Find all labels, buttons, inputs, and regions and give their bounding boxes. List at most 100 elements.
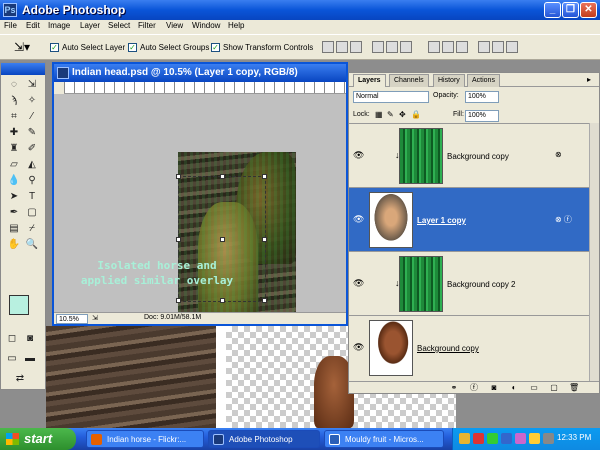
status-menu-icon[interactable]: ⇲ <box>92 314 98 322</box>
move-tool-icon[interactable]: ⇲▾ <box>14 40 30 54</box>
lock-all-icon[interactable]: 🔒 <box>411 110 421 119</box>
zoom-tool-icon[interactable]: 🔍 <box>25 239 39 251</box>
transform-handle[interactable] <box>262 174 267 179</box>
tray-app-icon[interactable] <box>501 433 512 444</box>
align-bottom-icon[interactable] <box>350 41 362 53</box>
layers-scrollbar[interactable] <box>589 123 599 381</box>
visibility-eye-icon[interactable]: 👁 <box>353 342 364 352</box>
menu-window[interactable]: Window <box>192 21 220 30</box>
align-center-icon[interactable] <box>386 41 398 53</box>
transform-handle[interactable] <box>176 237 181 242</box>
screen-mode-standard-icon[interactable]: ▭ <box>5 353 19 365</box>
menu-view[interactable]: View <box>166 21 183 30</box>
crop-tool-icon[interactable]: ⌗ <box>7 111 21 123</box>
opacity-input[interactable]: 100% <box>465 91 499 103</box>
menu-edit[interactable]: Edit <box>26 21 40 30</box>
delete-layer-icon[interactable]: 🗑 <box>569 383 579 393</box>
quick-mask-mode-icon[interactable]: ◙ <box>23 333 37 345</box>
zoom-field[interactable]: 10.5% <box>56 314 88 324</box>
tray-app-icon[interactable] <box>515 433 526 444</box>
tray-app-icon[interactable] <box>487 433 498 444</box>
document-window[interactable]: Indian head.psd @ 10.5% (Layer 1 copy, R… <box>52 62 348 326</box>
tab-actions[interactable]: Actions <box>467 74 500 87</box>
start-button[interactable]: start <box>0 428 76 450</box>
new-group-icon[interactable]: ▭ <box>529 383 539 393</box>
menu-layer[interactable]: Layer <box>80 21 100 30</box>
volume-icon[interactable] <box>529 433 540 444</box>
transform-handle[interactable] <box>262 298 267 303</box>
layer-row-selected[interactable]: 👁 Layer 1 copy ⊗ ⓕ <box>349 188 589 252</box>
magic-wand-tool-icon[interactable]: ✧ <box>25 95 39 107</box>
link-layers-icon[interactable]: ⚭ <box>449 383 459 393</box>
taskbar-item-word[interactable]: Mouldy fruit - Micros... <box>324 430 444 448</box>
document-titlebar[interactable]: Indian head.psd @ 10.5% (Layer 1 copy, R… <box>54 64 346 82</box>
taskbar-item-photoshop[interactable]: Adobe Photoshop <box>208 430 320 448</box>
new-layer-icon[interactable]: ▢ <box>549 383 559 393</box>
distribute-right-icon[interactable] <box>506 41 518 53</box>
network-icon[interactable] <box>543 433 554 444</box>
auto-select-layer-checkbox[interactable]: ✓ <box>50 43 59 52</box>
show-transform-controls-checkbox[interactable]: ✓ <box>211 43 220 52</box>
auto-select-groups-checkbox[interactable]: ✓ <box>128 43 137 52</box>
layer-row[interactable]: 👁 ↓ Background copy ⊗ <box>349 124 589 188</box>
brush-tool-icon[interactable]: ✎ <box>25 127 39 139</box>
layer-style-icon[interactable]: ⓕ <box>469 383 479 393</box>
slice-tool-icon[interactable]: ⁄ <box>25 111 39 123</box>
distribute-left-icon[interactable] <box>478 41 490 53</box>
align-middle-icon[interactable] <box>336 41 348 53</box>
distribute-top-icon[interactable] <box>428 41 440 53</box>
eyedropper-tool-icon[interactable]: ⌿ <box>25 223 39 235</box>
fill-input[interactable]: 100% <box>465 110 499 122</box>
blur-tool-icon[interactable]: 💧 <box>7 175 21 187</box>
lasso-tool-icon[interactable]: ϡ <box>7 95 21 107</box>
toolbox-titlebar[interactable] <box>1 63 45 75</box>
layer-row[interactable]: 👁 ↓ Background copy 2 <box>349 252 589 316</box>
lock-transparency-icon[interactable]: ▦ <box>375 110 383 119</box>
transform-handle[interactable] <box>262 237 267 242</box>
foreground-color-swatch[interactable] <box>9 295 29 315</box>
transform-handle[interactable] <box>220 298 225 303</box>
tab-layers[interactable]: Layers <box>353 74 386 87</box>
healing-brush-tool-icon[interactable]: ✚ <box>7 127 21 139</box>
menu-help[interactable]: Help <box>228 21 244 30</box>
lock-position-icon[interactable]: ✥ <box>399 110 406 119</box>
layer-row[interactable]: 👁 Background copy <box>349 316 589 382</box>
lock-image-icon[interactable]: ✎ <box>387 110 394 119</box>
tab-channels[interactable]: Channels <box>389 74 429 87</box>
panel-menu-icon[interactable]: ▸ <box>587 75 591 84</box>
pen-tool-icon[interactable]: ✒ <box>7 207 21 219</box>
adjustment-layer-icon[interactable]: ◐ <box>509 383 519 393</box>
horizontal-ruler[interactable] <box>64 82 346 94</box>
jump-to-imageready-icon[interactable]: ⇄ <box>13 373 27 385</box>
paint-bucket-tool-icon[interactable]: ◭ <box>25 159 39 171</box>
notes-tool-icon[interactable]: ▤ <box>7 223 21 235</box>
type-tool-icon[interactable]: T <box>25 191 39 203</box>
distribute-bottom-icon[interactable] <box>456 41 468 53</box>
taskbar-item-firefox[interactable]: Indian horse - Flickr:... <box>86 430 204 448</box>
menu-filter[interactable]: Filter <box>138 21 156 30</box>
menu-file[interactable]: File <box>4 21 17 30</box>
align-right-icon[interactable] <box>400 41 412 53</box>
menu-select[interactable]: Select <box>108 21 130 30</box>
marquee-tool-icon[interactable]: ◌ <box>7 79 21 91</box>
move-tool-icon[interactable]: ⇲ <box>25 79 39 91</box>
blend-mode-select[interactable]: Normal <box>353 91 429 103</box>
distribute-center-icon[interactable] <box>492 41 504 53</box>
transform-handle[interactable] <box>176 174 181 179</box>
visibility-eye-icon[interactable]: 👁 <box>353 278 364 288</box>
distribute-middle-icon[interactable] <box>442 41 454 53</box>
layer-mask-icon[interactable]: ◙ <box>489 383 499 393</box>
visibility-eye-icon[interactable]: 👁 <box>353 150 364 160</box>
menu-image[interactable]: Image <box>48 21 70 30</box>
tray-app-icon[interactable] <box>473 433 484 444</box>
transform-handle[interactable] <box>176 298 181 303</box>
tab-history[interactable]: History <box>433 74 465 87</box>
screen-mode-full-icon[interactable]: ▬ <box>23 353 37 365</box>
dodge-tool-icon[interactable]: ⚲ <box>25 175 39 187</box>
path-selection-tool-icon[interactable]: ➤ <box>7 191 21 203</box>
history-brush-tool-icon[interactable]: ✐ <box>25 143 39 155</box>
maximize-button[interactable]: ❐ <box>562 2 579 18</box>
align-left-icon[interactable] <box>372 41 384 53</box>
close-button[interactable]: ✕ <box>580 2 597 18</box>
minimize-button[interactable]: _ <box>544 2 561 18</box>
